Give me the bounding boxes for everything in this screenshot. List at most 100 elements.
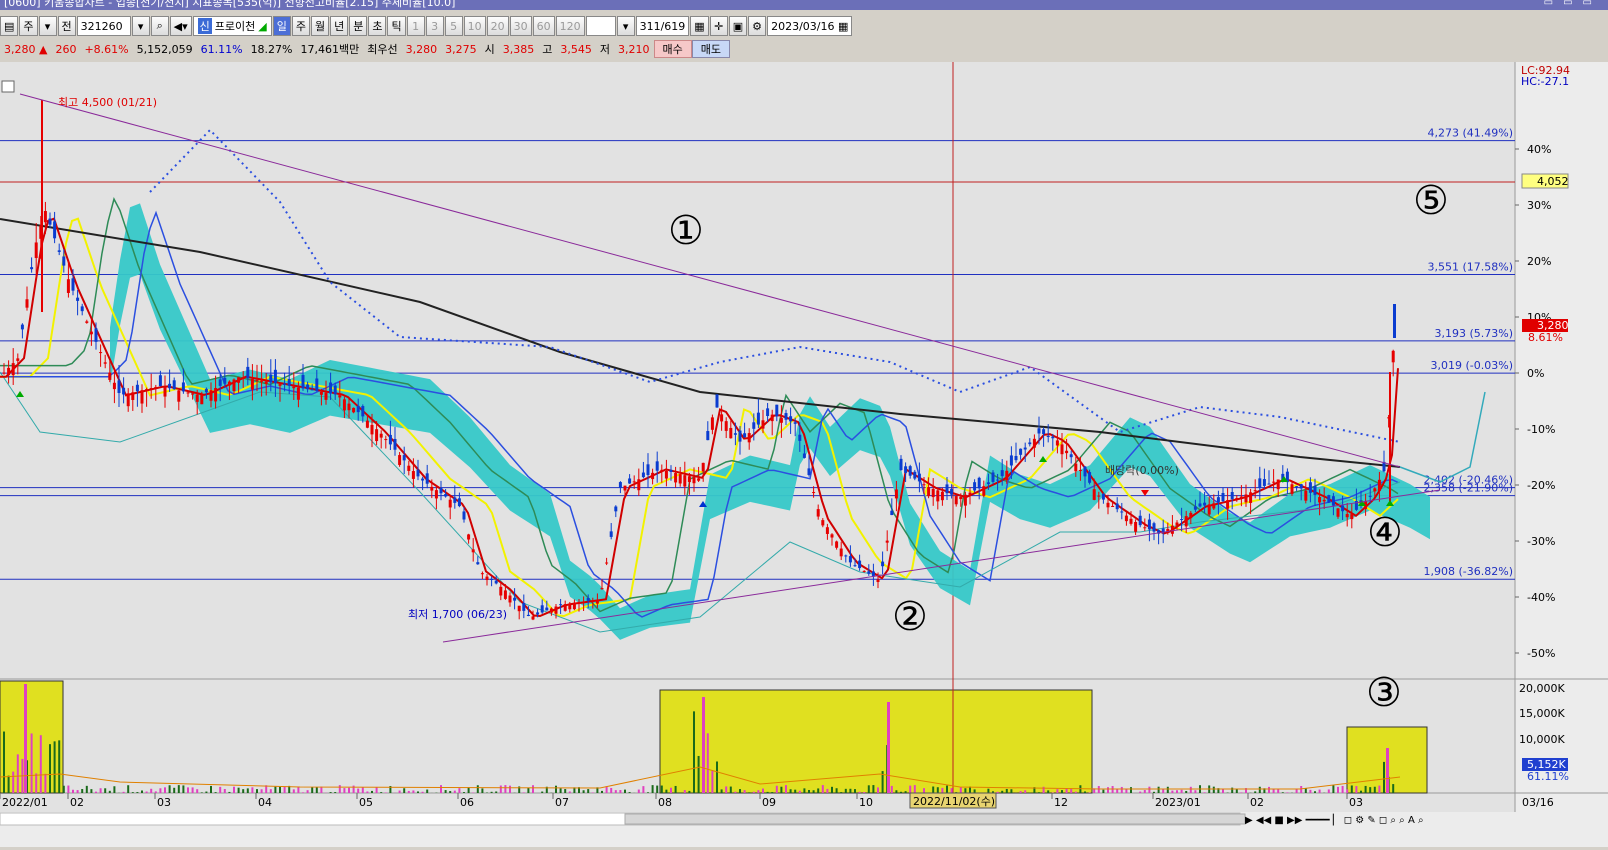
volume-bar	[1089, 792, 1091, 793]
trade-amount: 17,461백만	[297, 41, 364, 57]
volume-bar	[670, 788, 672, 793]
buy-button[interactable]: 매수	[654, 40, 692, 58]
crosshair-icon[interactable]: ✛	[710, 16, 728, 36]
volume-bar	[937, 787, 939, 793]
volume-bar	[173, 788, 175, 793]
volume-bar	[872, 785, 874, 793]
stock-code-input[interactable]: 321260	[77, 16, 131, 36]
volume-bar	[1305, 788, 1307, 793]
volume-bar	[1148, 787, 1150, 793]
scroll-thumb[interactable]	[625, 814, 1245, 824]
tab-tick[interactable]: 틱	[387, 16, 405, 36]
date-input[interactable]: 2023/03/16 ▦	[767, 16, 852, 36]
gear-icon[interactable]: ⚙	[748, 16, 766, 36]
speaker-icon[interactable]: ◀▾	[170, 16, 192, 36]
stock-name-box[interactable]: 신 프로이천 ◢	[193, 16, 272, 36]
candle-body	[522, 603, 525, 611]
chart-settings-icon[interactable]	[2, 81, 14, 92]
candle-body	[706, 431, 709, 440]
interval-1[interactable]: 1	[407, 16, 425, 36]
interval-5[interactable]: 5	[445, 16, 463, 36]
sell-button[interactable]: 매도	[692, 40, 730, 58]
tab-second[interactable]: 초	[368, 16, 386, 36]
volume-bar	[1273, 789, 1275, 793]
volume-bar	[583, 790, 585, 793]
interval-60[interactable]: 60	[533, 16, 555, 36]
tab-year[interactable]: 년	[330, 16, 348, 36]
candle-body	[739, 431, 742, 442]
candle-body	[568, 603, 571, 609]
candle-body	[1249, 492, 1252, 503]
interval-120[interactable]: 120	[556, 16, 585, 36]
candle-body	[849, 556, 852, 562]
chart-area[interactable]: 40%30%20%10%0%-10%-20%-30%-40%-50%4,273 …	[0, 62, 1608, 847]
prev-button[interactable]: 전	[58, 16, 76, 36]
volume-bar	[104, 788, 106, 793]
candle-body	[509, 596, 512, 603]
x-tick-label: 03	[1349, 796, 1363, 809]
candle-body	[1084, 467, 1087, 477]
candle-body	[476, 562, 479, 564]
interval-3[interactable]: 3	[426, 16, 444, 36]
search-icon[interactable]: ⌕	[151, 16, 169, 36]
stock-chart[interactable]: 40%30%20%10%0%-10%-20%-30%-40%-50%4,273 …	[0, 62, 1608, 814]
chevron-down-icon[interactable]: ▾	[39, 16, 57, 36]
volume-bar	[403, 788, 405, 793]
candle-body	[1070, 454, 1073, 457]
window-buttons[interactable]: ▭▭▭	[1544, 0, 1602, 8]
grid-icon[interactable]: ▦	[690, 16, 708, 36]
candle-body	[1010, 455, 1013, 465]
volume-bar	[141, 790, 143, 793]
candle-body	[35, 242, 38, 258]
stock-name: 프로이천	[215, 18, 255, 34]
candle-body	[1235, 498, 1238, 499]
volume-bar	[753, 792, 755, 793]
crosshair-date: 2022/11/02(수)	[913, 795, 995, 808]
custom-interval-input[interactable]	[586, 16, 616, 36]
pct-tick-label: 40%	[1527, 143, 1551, 156]
interval-20[interactable]: 20	[487, 16, 509, 36]
volume-bar	[1374, 787, 1376, 793]
period-button[interactable]: 주	[19, 16, 37, 36]
volume-bar	[725, 786, 727, 793]
candle-projection	[1393, 304, 1396, 338]
tab-week[interactable]: 주	[292, 16, 310, 36]
candle-body	[1350, 514, 1353, 519]
scroll-controls-icon[interactable]: ▶ ◀◀ ■ ▶▶ ━━━━ ▏ ◻ ⚙ ✎ ◻ ⌕ ⌕ A ⌕	[1245, 813, 1424, 826]
candle-body	[1263, 479, 1266, 486]
candle-body	[1042, 429, 1045, 434]
pct-tick-label: 0%	[1527, 367, 1544, 380]
volume-bar	[684, 790, 686, 793]
volume-bar	[366, 791, 368, 793]
volume-bar	[362, 787, 364, 793]
candle-body	[1194, 506, 1197, 509]
candle-body	[647, 464, 650, 475]
dropdown-icon[interactable]: ▾	[132, 16, 150, 36]
count-field[interactable]: 311/619	[636, 16, 690, 36]
volume-bar	[1006, 789, 1008, 793]
menu-icon[interactable]: ▤	[0, 16, 18, 36]
candle-body	[909, 466, 912, 476]
volume-bar	[744, 790, 746, 793]
candle-body	[219, 379, 222, 386]
volume-bar	[297, 787, 299, 793]
candle-body	[53, 221, 56, 238]
tab-month[interactable]: 월	[311, 16, 329, 36]
scroll-bar[interactable]: ▶ ◀◀ ■ ▶▶ ━━━━ ▏ ◻ ⚙ ✎ ◻ ⌕ ⌕ A ⌕	[0, 812, 1608, 847]
volume-bar	[123, 792, 125, 793]
volume-bar	[619, 790, 621, 793]
tab-day[interactable]: 일	[273, 16, 291, 36]
volume-bar	[1328, 789, 1330, 793]
candle-body	[407, 466, 410, 471]
candle-body	[104, 362, 107, 363]
volume-bar	[532, 785, 534, 793]
candle-body	[601, 588, 604, 589]
tab-minute[interactable]: 분	[349, 16, 367, 36]
volume-bar	[1277, 789, 1279, 793]
candle-body	[545, 608, 548, 611]
chevron-down-icon[interactable]: ▾	[617, 16, 635, 36]
interval-30[interactable]: 30	[510, 16, 532, 36]
quote-bar: 3,280 ▲ 260 +8.61% 5,152,059 61.11% 18.2…	[0, 39, 1608, 59]
save-icon[interactable]: ▣	[729, 16, 747, 36]
interval-10[interactable]: 10	[464, 16, 486, 36]
